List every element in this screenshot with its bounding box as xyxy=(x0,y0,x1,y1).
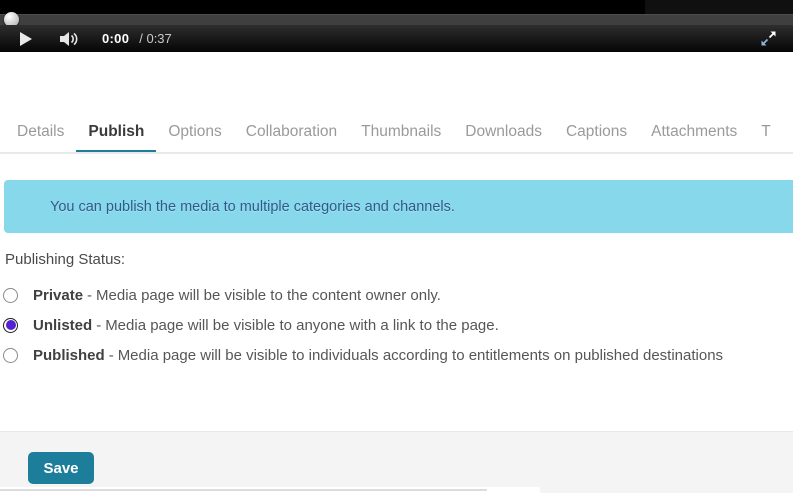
option-label-published: Published - Media page will be visible to … xyxy=(33,347,723,364)
current-time: 0:00 xyxy=(102,31,130,46)
option-row-published: Published - Media page will be visible to … xyxy=(3,340,783,370)
option-description-published: Media page will be visible to individual… xyxy=(117,346,724,364)
publishing-status-heading: Publishing Status: xyxy=(5,251,126,268)
video-frame-letterbox xyxy=(645,0,793,14)
publishing-options: Private - Media page will be visible to th… xyxy=(3,280,783,370)
footer-extension xyxy=(540,486,793,493)
option-name-unlisted: Unlisted xyxy=(33,316,93,334)
tab-publish[interactable]: Publish xyxy=(76,114,157,152)
radio-published[interactable] xyxy=(3,347,18,363)
tab-thumbnails[interactable]: Thumbnails xyxy=(349,114,453,152)
radio-private[interactable] xyxy=(3,287,18,303)
info-banner-text: You can publish the media to multiple ca… xyxy=(50,198,455,215)
option-row-private: Private - Media page will be visible to th… xyxy=(3,280,783,310)
total-duration: / 0:37 xyxy=(139,31,172,46)
option-name-private: Private xyxy=(33,286,84,304)
option-description-unlisted: Media page will be visible to anyone wit… xyxy=(105,316,499,334)
option-label-unlisted: Unlisted - Media page will be visible to a… xyxy=(33,317,499,334)
volume-icon[interactable] xyxy=(60,31,80,47)
option-separator: - xyxy=(87,286,93,304)
tab-collaboration[interactable]: Collaboration xyxy=(234,114,349,152)
option-description-private: Media page will be visible to the conten… xyxy=(96,286,441,304)
bottom-divider xyxy=(0,489,487,491)
tab-downloads[interactable]: Downloads xyxy=(453,114,554,152)
option-separator: - xyxy=(96,316,102,334)
tab-captions[interactable]: Captions xyxy=(554,114,639,152)
option-separator: - xyxy=(108,346,114,364)
video-player: 0:00 / 0:37 xyxy=(0,0,793,52)
form-footer: Save xyxy=(0,431,793,487)
tab-attachments[interactable]: Attachments xyxy=(639,114,749,152)
fullscreen-icon[interactable] xyxy=(760,30,777,47)
radio-unlisted[interactable] xyxy=(3,317,18,333)
player-controls: 0:00 / 0:37 xyxy=(0,25,793,52)
option-label-private: Private - Media page will be visible to th… xyxy=(33,287,441,304)
play-icon[interactable] xyxy=(20,31,32,46)
tab-truncated[interactable]: T xyxy=(749,114,782,152)
media-tabs: Details Publish Options Collaboration Th… xyxy=(0,114,793,154)
info-banner: You can publish the media to multiple ca… xyxy=(4,180,793,233)
option-name-published: Published xyxy=(33,346,105,364)
scrubber[interactable] xyxy=(0,14,793,25)
save-button[interactable]: Save xyxy=(28,452,94,484)
tab-details[interactable]: Details xyxy=(5,114,76,152)
option-row-unlisted: Unlisted - Media page will be visible to a… xyxy=(3,310,783,340)
media-edit-page: 0:00 / 0:37 Details Publish Options Coll… xyxy=(0,0,793,493)
tab-options[interactable]: Options xyxy=(156,114,233,152)
